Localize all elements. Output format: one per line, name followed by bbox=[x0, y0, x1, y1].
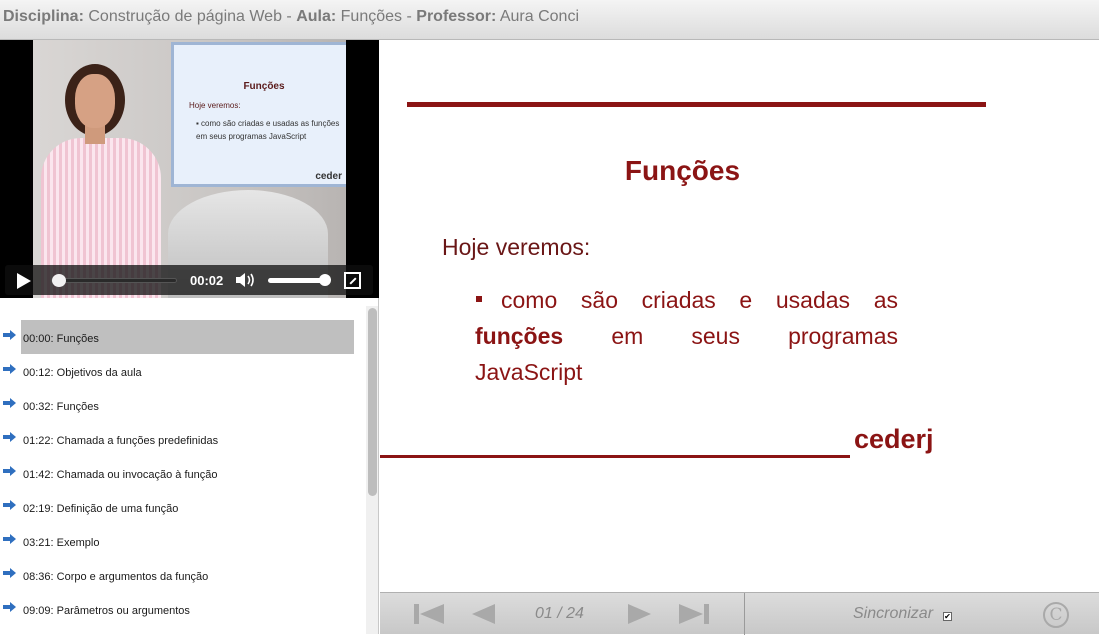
chapter-label: 00:00: Funções bbox=[21, 320, 354, 354]
video-frame: Funções Hoje veremos: ▪ como são criadas… bbox=[33, 40, 346, 298]
slide-navigation: 01 / 24 Sincronizar ✔ C bbox=[380, 592, 1099, 635]
screen-logo: ceder bbox=[315, 171, 342, 182]
chapter-label: 01:42: Chamada ou invocação à função bbox=[23, 469, 218, 481]
presentation-screen: Funções Hoje veremos: ▪ como são criadas… bbox=[171, 42, 346, 187]
current-time: 00:02 bbox=[190, 273, 224, 288]
bullet-line1: como são criadas e usadas as bbox=[501, 287, 898, 313]
chapter-item[interactable]: 08:36: Corpo e argumentos da função bbox=[0, 558, 360, 592]
chapter-item[interactable]: 09:09: Parâmetros ou argumentos bbox=[0, 592, 360, 626]
discipline-value: Construção de página Web bbox=[88, 8, 282, 25]
scrollbar-thumb[interactable] bbox=[368, 308, 377, 496]
skip-first-icon bbox=[420, 604, 444, 624]
chapter-item[interactable]: 03:21: Exemplo bbox=[0, 524, 360, 558]
arrow-left-icon bbox=[472, 604, 495, 624]
lesson-label: Aula: bbox=[296, 8, 337, 25]
screen-subtitle: Hoje veremos: bbox=[189, 101, 241, 110]
slide-bullet: como são criadas e usadas as funções em … bbox=[475, 282, 898, 390]
arrow-right-icon bbox=[3, 432, 16, 442]
skip-last-icon bbox=[679, 604, 703, 624]
header-separator: - bbox=[406, 8, 412, 25]
discipline-label: Disciplina: bbox=[3, 8, 84, 25]
sync-checkbox[interactable]: ✔ bbox=[943, 612, 952, 621]
slide-subtitle: Hoje veremos: bbox=[442, 234, 591, 260]
slide-bottom-rule bbox=[380, 455, 850, 458]
chapter-label: 03:21: Exemplo bbox=[23, 537, 100, 549]
next-slide-button[interactable] bbox=[628, 604, 652, 624]
chapter-item[interactable]: 01:42: Chamada ou invocação à função bbox=[0, 456, 360, 490]
chapter-item[interactable]: 01:22: Chamada a funções predefinidas bbox=[0, 422, 360, 456]
bullet-line3: JavaScript bbox=[475, 359, 583, 385]
chapter-label: 00:12: Objetivos da aula bbox=[23, 367, 142, 379]
chapter-label: 01:22: Chamada a funções predefinidas bbox=[23, 435, 219, 447]
arrow-right-icon bbox=[3, 364, 16, 374]
chapter-label: 09:09: Parâmetros ou argumentos bbox=[23, 605, 190, 617]
screen-title: Funções bbox=[243, 81, 285, 92]
bullet-icon bbox=[476, 296, 482, 302]
play-icon[interactable] bbox=[17, 273, 31, 289]
bullet-line2-rest: em seus programas bbox=[611, 323, 899, 349]
lesson-value: Funções bbox=[340, 8, 403, 25]
bullet-line2: funções em seus programas bbox=[475, 318, 898, 354]
slide-title: Funções bbox=[624, 155, 741, 186]
presenter-face bbox=[75, 74, 115, 128]
volume-thumb[interactable] bbox=[319, 274, 331, 286]
slide-top-rule bbox=[407, 102, 986, 107]
professor-label: Professor: bbox=[416, 8, 497, 25]
chapter-item[interactable]: 00:12: Objetivos da aula bbox=[0, 354, 360, 388]
chapter-item[interactable]: 00:32: Funções bbox=[0, 388, 360, 422]
chapter-item[interactable]: 00:00: Funções bbox=[0, 320, 360, 354]
nav-controls: 01 / 24 bbox=[380, 593, 745, 635]
arrow-right-icon bbox=[3, 534, 16, 544]
screen-bullet: ▪ como são criadas e usadas as funções e… bbox=[196, 119, 340, 141]
chapter-label: 08:36: Corpo e argumentos da função bbox=[23, 571, 209, 583]
video-controls: 00:02 bbox=[5, 265, 373, 295]
volume-icon[interactable] bbox=[235, 272, 257, 288]
chapter-list: 00:00: Funções 00:12: Objetivos da aula 00… bbox=[0, 298, 379, 634]
fullscreen-icon[interactable] bbox=[344, 272, 361, 289]
chapter-label: 00:32: Funções bbox=[23, 401, 99, 413]
bullet-bold-word: funções bbox=[475, 323, 564, 349]
last-slide-button[interactable] bbox=[679, 604, 711, 624]
chapter-label: 02:19: Definição de uma função bbox=[23, 503, 179, 515]
header-bar: Disciplina: Construção de página Web - A… bbox=[0, 0, 1099, 40]
chapter-item[interactable]: 02:19: Definição de uma função bbox=[0, 490, 360, 524]
arrow-right-icon bbox=[3, 602, 16, 612]
arrow-right-icon bbox=[3, 466, 16, 476]
cederj-logo: cederj bbox=[854, 424, 934, 454]
sync-label: Sincronizar bbox=[853, 605, 934, 622]
first-slide-button[interactable] bbox=[414, 604, 446, 624]
seek-bar[interactable] bbox=[51, 278, 177, 283]
professor-value: Aura Conci bbox=[499, 8, 580, 25]
page-indicator: 01 / 24 bbox=[535, 605, 584, 622]
header-separator: - bbox=[286, 8, 292, 25]
arrow-right-icon bbox=[628, 604, 651, 624]
arrow-right-icon bbox=[3, 500, 16, 510]
arrow-right-icon bbox=[3, 568, 16, 578]
slide-view: Funções Hoje veremos: como são criadas e… bbox=[380, 40, 1099, 592]
copyright-icon[interactable]: C bbox=[1043, 602, 1069, 628]
video-player[interactable]: Funções Hoje veremos: ▪ como são criadas… bbox=[0, 40, 379, 298]
previous-slide-button[interactable] bbox=[472, 604, 496, 624]
arrow-right-icon bbox=[3, 330, 16, 340]
seek-thumb[interactable] bbox=[51, 274, 66, 287]
arrow-right-icon bbox=[3, 398, 16, 408]
